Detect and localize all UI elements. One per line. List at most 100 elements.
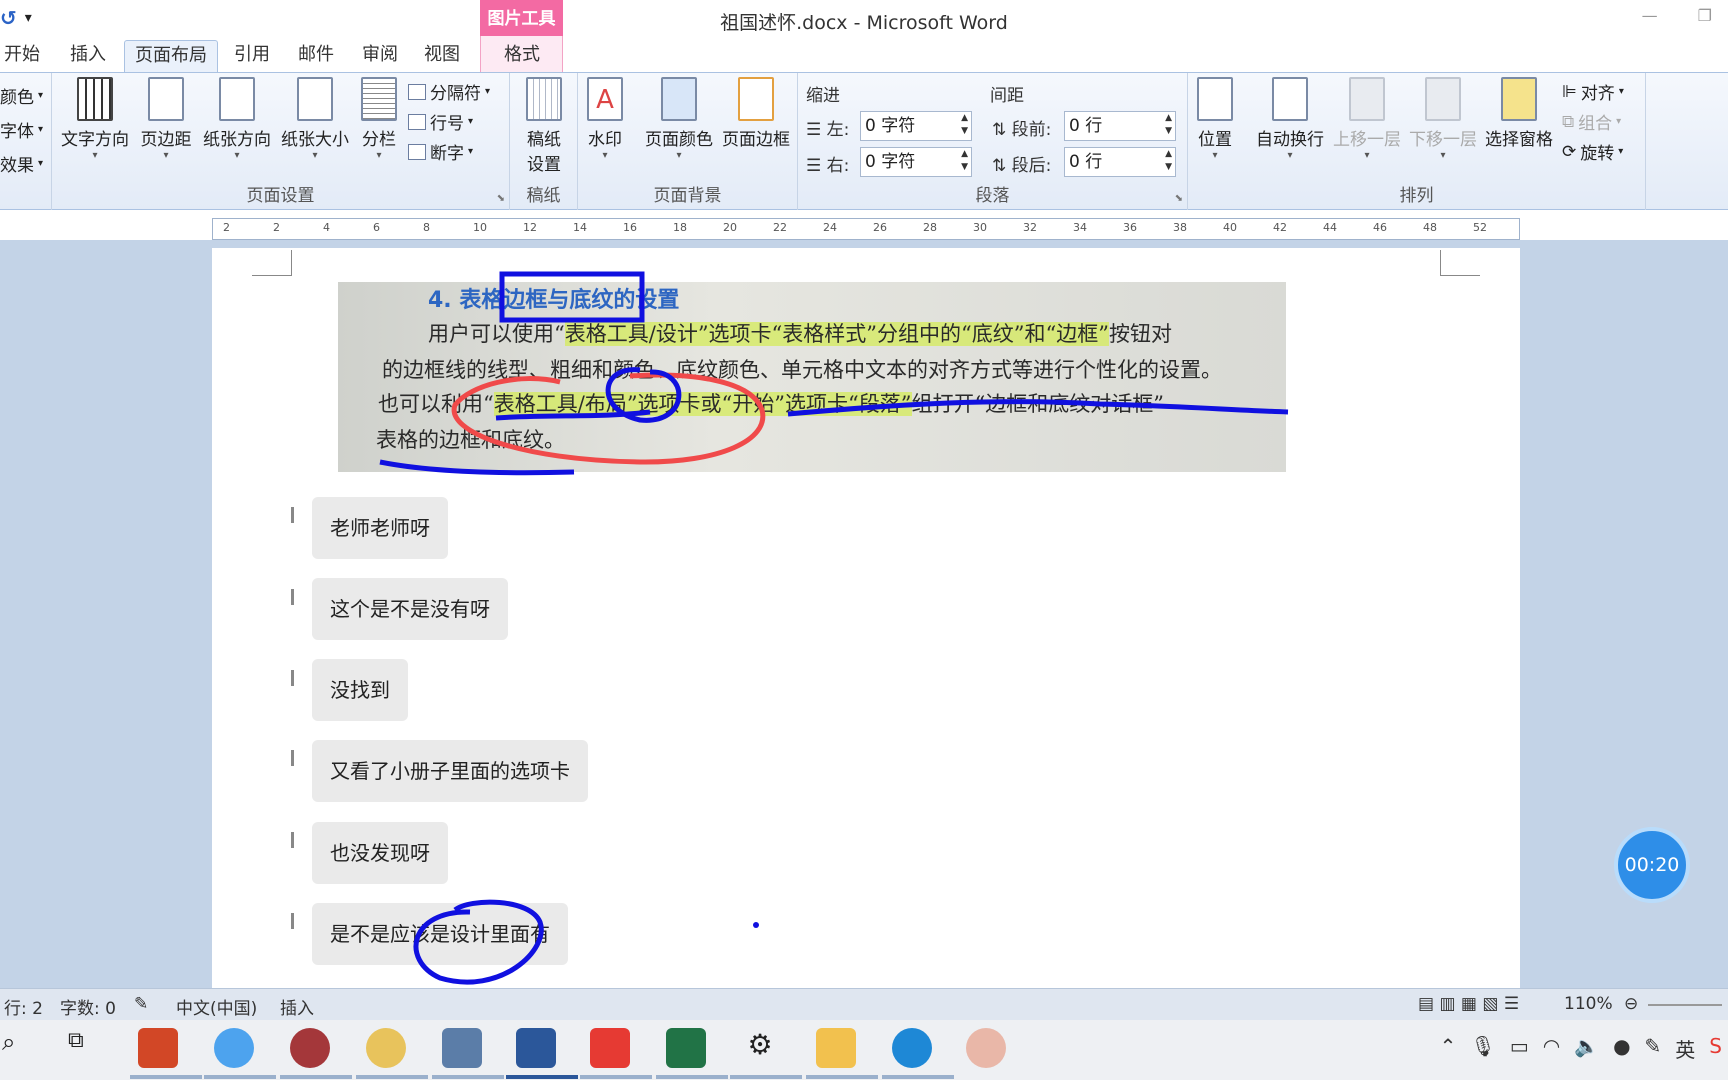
tab-review[interactable]: 审阅: [358, 40, 402, 72]
pen-icon[interactable]: ✎: [1645, 1034, 1662, 1063]
watermark-button[interactable]: A 水印 ▾: [584, 77, 626, 161]
margins-button[interactable]: 页边距 ▾: [136, 77, 196, 161]
tab-insert[interactable]: 插入: [66, 40, 110, 72]
selection-pane-icon: [1501, 77, 1537, 121]
active-app-indicator: [130, 1075, 202, 1079]
qq-icon[interactable]: ●: [1613, 1034, 1630, 1063]
word-icon[interactable]: [516, 1028, 556, 1068]
page-color-button[interactable]: 页面颜色 ▾: [642, 77, 716, 161]
indent-right-input[interactable]: 0 字符 ▲ ▼: [860, 147, 972, 177]
spacing-before-label: ⇅ 段前:: [992, 120, 1052, 140]
access-icon[interactable]: [290, 1028, 330, 1068]
indent-left-input[interactable]: 0 字符 ▲ ▼: [860, 111, 972, 141]
avatar-app-icon[interactable]: [966, 1028, 1006, 1068]
spacing-after-input[interactable]: 0 行 ▲ ▼: [1064, 147, 1176, 177]
active-app-indicator: [656, 1075, 728, 1079]
microphone-icon[interactable]: 🎙: [1470, 1034, 1495, 1063]
line-numbers-button[interactable]: 行号 ▾: [408, 109, 473, 134]
size-button[interactable]: 纸张大小 ▾: [276, 77, 354, 161]
dialog-launcher-icon[interactable]: ⬊: [1175, 193, 1183, 204]
powerpoint-icon[interactable]: [138, 1028, 178, 1068]
word-count[interactable]: 字数: 0: [60, 994, 116, 1019]
crop-mark: [252, 250, 292, 276]
ruler-tick-label: 34: [1073, 221, 1087, 234]
settings-icon[interactable]: ⚙: [740, 1028, 780, 1068]
active-app-indicator: [280, 1075, 352, 1079]
volume-icon[interactable]: 🔈: [1574, 1034, 1599, 1063]
tab-references[interactable]: 引用: [230, 40, 274, 72]
orientation-icon: [219, 77, 255, 121]
photo-line-1: 用户可以使用“表格工具/设计”选项卡“表格样式”分组中的“底纹”和“边框”按钮对: [428, 322, 1172, 346]
send-backward-button[interactable]: 下移一层 ▾: [1406, 77, 1480, 161]
wifi-icon[interactable]: ◠: [1543, 1034, 1560, 1063]
zoom-level[interactable]: 110%: [1564, 994, 1613, 1014]
insert-mode[interactable]: 插入: [280, 994, 314, 1019]
spacing-before-input[interactable]: 0 行 ▲ ▼: [1064, 111, 1176, 141]
orientation-button[interactable]: 纸张方向 ▾: [198, 77, 276, 161]
tab-page-layout[interactable]: 页面布局: [124, 40, 218, 72]
horizontal-ruler[interactable]: 2 2 4 6 8 10 12 14 16 18 20 22 24 26 28 30 32 34 36 38 40 42 4…: [212, 218, 1520, 240]
bring-forward-icon: [1349, 77, 1385, 121]
breaks-icon: [408, 83, 426, 100]
manuscript-icon: [526, 77, 562, 121]
manuscript-setup-button[interactable]: 稿纸 设置: [518, 77, 570, 175]
tab-view[interactable]: 视图: [420, 40, 464, 72]
tab-home[interactable]: 开始: [0, 40, 44, 72]
ime-indicator[interactable]: 英: [1675, 1034, 1695, 1063]
breaks-button[interactable]: 分隔符 ▾: [408, 79, 490, 104]
theme-effects-button[interactable]: 效果 ▾: [0, 151, 43, 176]
rotate-button[interactable]: ⟳ 旋转 ▾: [1562, 139, 1623, 165]
calculator-icon[interactable]: [442, 1028, 482, 1068]
bubble-marker: [291, 589, 294, 605]
picture-tools-header: 图片工具: [480, 0, 563, 36]
position-button[interactable]: 位置 ▾: [1192, 77, 1238, 161]
align-button[interactable]: ⊫ 对齐 ▾: [1562, 79, 1624, 105]
window-title: 祖国述怀.docx - Microsoft Word: [720, 12, 1008, 34]
bring-forward-button[interactable]: 上移一层 ▾: [1330, 77, 1404, 161]
excel-icon[interactable]: [666, 1028, 706, 1068]
tab-format[interactable]: 格式: [496, 40, 548, 72]
battery-icon[interactable]: ▭: [1510, 1034, 1529, 1063]
dialog-launcher-icon[interactable]: ⬊: [497, 193, 505, 204]
theme-fonts-button[interactable]: 字体 ▾: [0, 117, 43, 142]
spin-arrows-icon[interactable]: ▲ ▼: [1165, 148, 1172, 174]
ruler-tick-label: 2: [223, 221, 230, 234]
photo-heading: 4. 表格边框与底纹的设置: [428, 288, 680, 313]
system-tray: ⌃ 🎙 ▭ ◠ 🔈 ● ✎ 英 S: [1440, 1034, 1728, 1063]
tab-mailings[interactable]: 邮件: [294, 40, 338, 72]
task-view-icon[interactable]: ⧉: [68, 1028, 108, 1068]
minimize-icon[interactable]: —: [1642, 6, 1658, 25]
arrange-group: 位置 ▾ 自动换行 ▾ 上移一层 ▾ 下移一层 ▾ 选择窗格 ⊫ 对齐 ▾ ⧉ 组合 ▾ ⟳ 旋转…: [1188, 73, 1646, 210]
paint-icon[interactable]: [366, 1028, 406, 1068]
spin-arrows-icon[interactable]: ▲ ▼: [1165, 112, 1172, 138]
recording-timer[interactable]: 00:20: [1614, 827, 1690, 903]
file-explorer-icon[interactable]: [816, 1028, 856, 1068]
inserted-photo[interactable]: 4. 表格边框与底纹的设置 用户可以使用“表格工具/设计”选项卡“表格样式”分组…: [338, 282, 1286, 472]
chevron-up-icon[interactable]: ⌃: [1440, 1034, 1457, 1063]
page-borders-button[interactable]: 页面边框: [718, 77, 794, 150]
text-direction-button[interactable]: 文字方向 ▾: [56, 77, 134, 161]
spin-arrows-icon[interactable]: ▲ ▼: [961, 112, 968, 138]
wrap-text-icon: [1272, 77, 1308, 121]
columns-button[interactable]: 分栏 ▾: [356, 77, 402, 161]
sogou-icon[interactable]: S: [1709, 1034, 1722, 1063]
group-button[interactable]: ⧉ 组合 ▾: [1562, 109, 1621, 135]
pdf-icon[interactable]: [590, 1028, 630, 1068]
view-buttons[interactable]: ▤ ▥ ▦ ▧ ☰: [1418, 994, 1519, 1014]
proofing-icon[interactable]: ✎: [134, 994, 148, 1014]
baidu-netdisk-icon[interactable]: [214, 1028, 254, 1068]
search-icon[interactable]: ⌕: [2, 1028, 42, 1068]
theme-colors-button[interactable]: 颜色 ▾: [0, 83, 43, 108]
zoom-slider[interactable]: [1648, 1004, 1722, 1006]
wrap-text-button[interactable]: 自动换行 ▾: [1252, 77, 1328, 161]
selection-pane-button[interactable]: 选择窗格: [1482, 77, 1556, 150]
hyphenation-button[interactable]: 断字 ▾: [408, 139, 473, 164]
edge-icon[interactable]: [892, 1028, 932, 1068]
restore-icon[interactable]: ❐: [1698, 6, 1712, 25]
spin-arrows-icon[interactable]: ▲ ▼: [961, 148, 968, 174]
line-indicator[interactable]: 行: 2: [4, 994, 43, 1019]
language-indicator[interactable]: 中文(中国): [176, 994, 257, 1019]
manuscript-group: 稿纸 设置 稿纸: [510, 73, 578, 210]
zoom-out-icon[interactable]: ⊖: [1624, 994, 1638, 1014]
ruler-tick-label: 2: [273, 221, 280, 234]
